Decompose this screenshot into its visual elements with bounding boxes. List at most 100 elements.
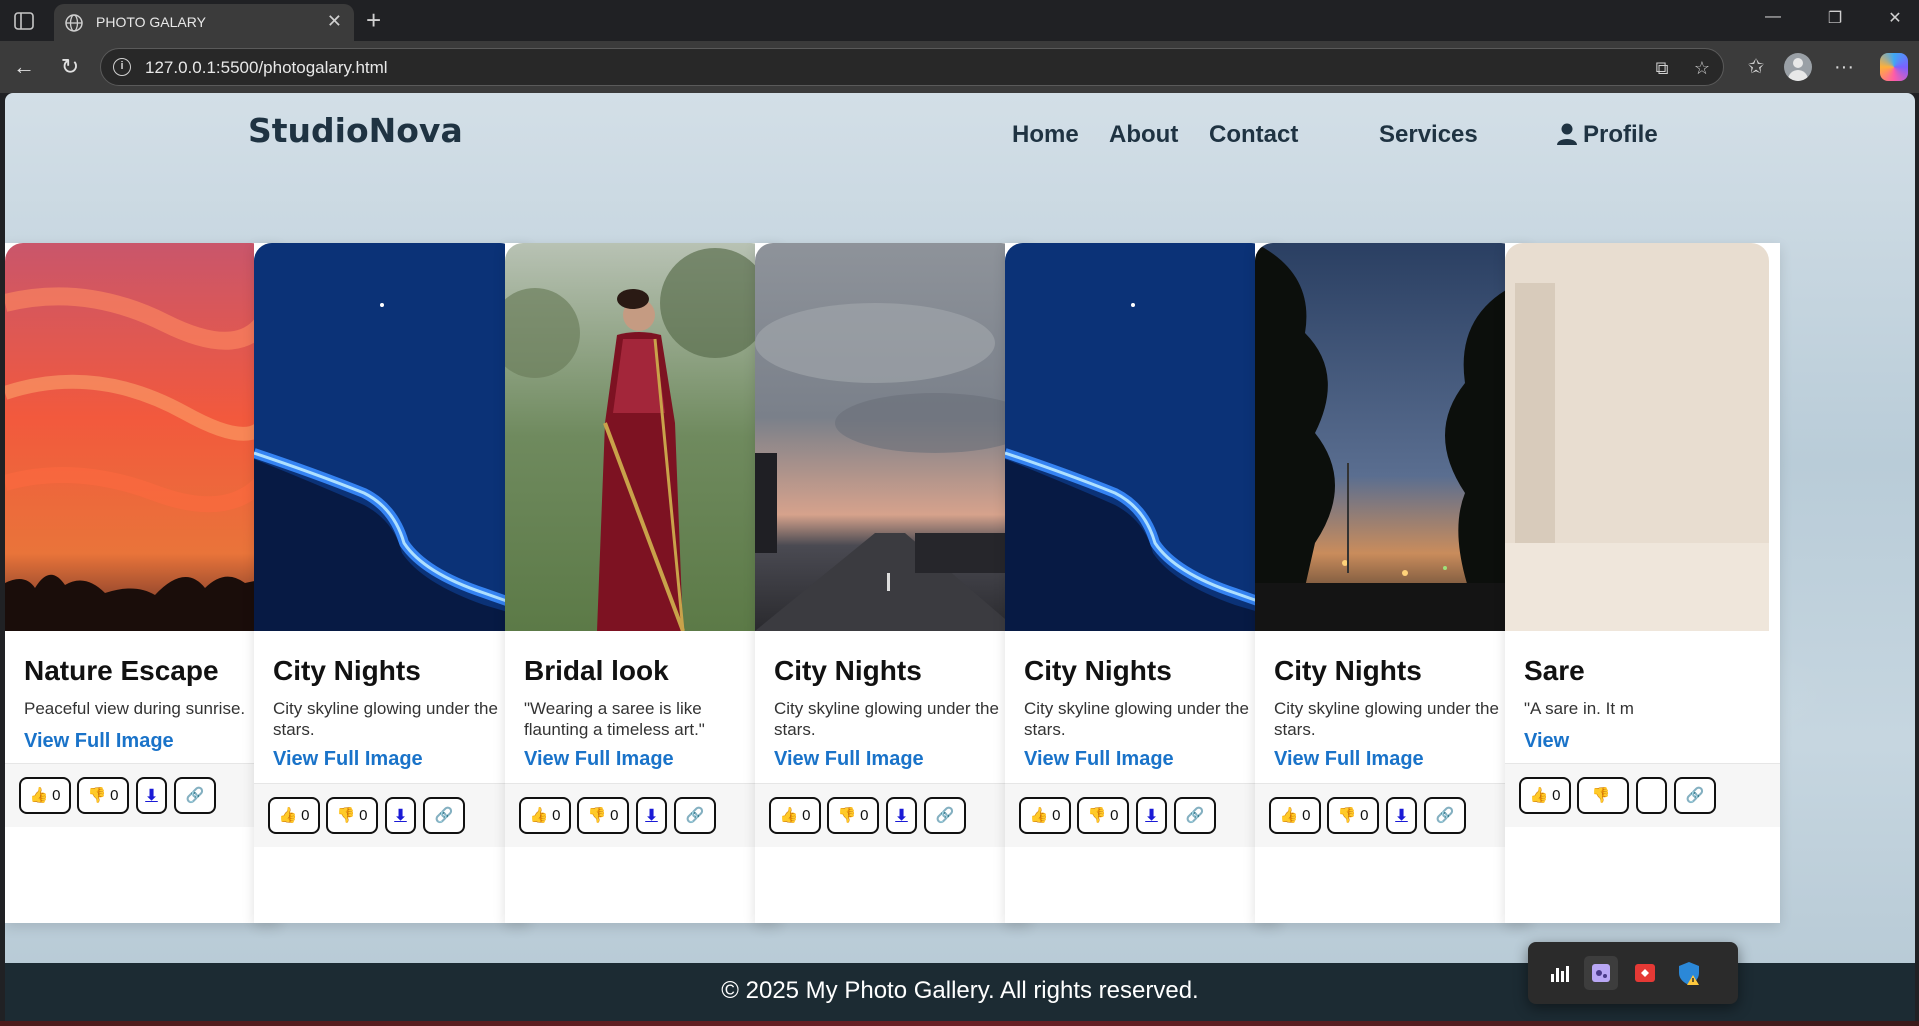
thumbs-up-icon: 👍 xyxy=(278,807,298,824)
photo-card: City Nights City skyline glowing under t… xyxy=(254,243,529,923)
copy-link-button[interactable]: 🔗 xyxy=(674,797,716,834)
card-actions: 👍 0 👎 0 ⬇ 🔗 xyxy=(5,763,280,827)
view-full-image-link[interactable]: View Full Image xyxy=(1274,748,1424,771)
photo-card: City Nights City skyline glowing under t… xyxy=(1005,243,1280,923)
thumbs-up-icon: 👍 xyxy=(779,807,799,824)
photo-image[interactable] xyxy=(755,243,1019,631)
nav-services[interactable]: Services xyxy=(1379,121,1478,149)
browser-tab[interactable]: PHOTO GALARY ✕ xyxy=(54,4,354,41)
download-button[interactable]: ⬇ xyxy=(385,797,416,834)
site-header: StudioNova Home About Contact Services P… xyxy=(5,93,1915,173)
copy-link-button[interactable]: 🔗 xyxy=(1674,777,1716,814)
photo-image[interactable] xyxy=(1505,243,1769,631)
dislike-button[interactable]: 👎 0 xyxy=(827,797,879,834)
like-count: 0 xyxy=(1302,807,1311,824)
dislike-button[interactable]: 👎 0 xyxy=(326,797,378,834)
like-button[interactable]: 👍 0 xyxy=(1019,797,1071,834)
like-count: 0 xyxy=(301,807,310,824)
close-window-icon[interactable]: ✕ xyxy=(1880,8,1910,28)
address-bar[interactable]: i 127.0.0.1:5500/photogalary.html ⧉ ☆ xyxy=(100,48,1724,86)
card-title: City Nights xyxy=(774,655,922,686)
download-icon: ⬇ xyxy=(145,787,158,804)
view-full-image-link[interactable]: View Full Image xyxy=(273,748,423,771)
dislike-button[interactable]: 👎 0 xyxy=(1327,797,1379,834)
card-title: City Nights xyxy=(1274,655,1422,686)
like-button[interactable]: 👍 0 xyxy=(19,777,71,814)
reading-mode-icon[interactable]: ⧉ xyxy=(1651,57,1673,79)
minimize-icon[interactable]: — xyxy=(1758,8,1788,26)
dislike-button[interactable]: 👎 0 xyxy=(77,777,129,814)
nav-profile[interactable]: Profile xyxy=(1557,121,1658,149)
reload-icon[interactable]: ↻ xyxy=(56,53,84,81)
url-text[interactable]: 127.0.0.1:5500/photogalary.html xyxy=(145,58,388,78)
like-count: 0 xyxy=(1552,787,1561,804)
new-tab-icon[interactable]: + xyxy=(366,7,381,33)
like-button[interactable]: 👍 0 xyxy=(268,797,320,834)
profile-avatar-icon[interactable] xyxy=(1784,53,1812,81)
copy-link-button[interactable]: 🔗 xyxy=(1424,797,1466,834)
snipping-icon[interactable] xyxy=(1584,956,1618,990)
dislike-button[interactable]: 👎 0 xyxy=(1077,797,1129,834)
download-button[interactable]: ⬇ xyxy=(636,797,667,834)
download-button[interactable]: ⬇ xyxy=(886,797,917,834)
floating-tray xyxy=(1528,942,1738,1004)
recorder-icon[interactable] xyxy=(1628,956,1662,990)
favorite-star-icon[interactable]: ☆ xyxy=(1691,57,1713,79)
restore-icon[interactable]: ❐ xyxy=(1820,8,1850,28)
photo-image[interactable] xyxy=(505,243,769,631)
like-button[interactable]: 👍 0 xyxy=(1519,777,1571,814)
view-full-image-link[interactable]: View Full Image xyxy=(524,748,674,771)
copy-link-button[interactable]: 🔗 xyxy=(174,777,216,814)
photo-image[interactable] xyxy=(254,243,518,631)
view-full-image-link[interactable]: View Full Image xyxy=(774,748,924,771)
like-count: 0 xyxy=(802,807,811,824)
card-actions: 👍 0 👎 0 ⬇ 🔗 xyxy=(755,783,1030,847)
taskbar-edge xyxy=(0,1021,1919,1026)
dislike-count: 0 xyxy=(1110,807,1119,824)
photo-card: City Nights City skyline glowing under t… xyxy=(1255,243,1530,923)
site-logo[interactable]: StudioNova xyxy=(248,111,463,150)
download-button[interactable]: ⬇ xyxy=(136,777,167,814)
photo-card: City Nights City skyline glowing under t… xyxy=(755,243,1030,923)
thumbs-up-icon: 👍 xyxy=(1529,787,1549,804)
photo-gallery: Nature Escape Peaceful view during sunri… xyxy=(5,243,1915,923)
nav-home[interactable]: Home xyxy=(1012,121,1079,149)
site-info-icon[interactable]: i xyxy=(113,58,131,76)
link-icon: 🔗 xyxy=(685,807,705,824)
thumbs-down-icon: 👎 xyxy=(1087,807,1107,824)
card-actions: 👍 0 👎 🔗 xyxy=(1505,763,1780,827)
copy-link-button[interactable]: 🔗 xyxy=(423,797,465,834)
like-button[interactable]: 👍 0 xyxy=(769,797,821,834)
nav-contact[interactable]: Contact xyxy=(1209,121,1298,149)
copy-link-button[interactable]: 🔗 xyxy=(1174,797,1216,834)
dislike-button[interactable]: 👎 xyxy=(1577,777,1629,814)
like-button[interactable]: 👍 0 xyxy=(519,797,571,834)
thumbs-up-icon: 👍 xyxy=(529,807,549,824)
view-full-image-link[interactable]: View xyxy=(1524,730,1569,753)
back-icon[interactable]: ← xyxy=(10,53,38,81)
copy-link-button[interactable]: 🔗 xyxy=(924,797,966,834)
more-options-icon[interactable]: ··· xyxy=(1830,53,1858,81)
tab-actions-icon[interactable] xyxy=(12,9,36,33)
view-full-image-link[interactable]: View Full Image xyxy=(1024,748,1174,771)
copilot-icon[interactable] xyxy=(1880,53,1908,81)
download-button[interactable]: ⬇ xyxy=(1136,797,1167,834)
nav-about[interactable]: About xyxy=(1109,121,1178,149)
dislike-button[interactable]: 👎 0 xyxy=(577,797,629,834)
photo-image[interactable] xyxy=(5,243,269,631)
like-button[interactable]: 👍 0 xyxy=(1269,797,1321,834)
security-shield-icon[interactable] xyxy=(1672,956,1706,990)
card-title: City Nights xyxy=(1024,655,1172,686)
photo-image[interactable] xyxy=(1255,243,1519,631)
photo-image[interactable] xyxy=(1005,243,1269,631)
audio-bars-icon[interactable] xyxy=(1542,956,1576,990)
nav-profile-label: Profile xyxy=(1583,121,1658,148)
download-button[interactable] xyxy=(1636,777,1667,814)
download-button[interactable]: ⬇ xyxy=(1386,797,1417,834)
thumbs-down-icon: 👎 xyxy=(87,787,107,804)
favorites-icon[interactable]: ✩ xyxy=(1742,53,1770,81)
view-full-image-link[interactable]: View Full Image xyxy=(24,730,174,753)
download-icon: ⬇ xyxy=(1395,807,1408,824)
close-tab-icon[interactable]: ✕ xyxy=(327,12,342,30)
browser-tab-bar: PHOTO GALARY ✕ + — ❐ ✕ xyxy=(0,0,1919,41)
